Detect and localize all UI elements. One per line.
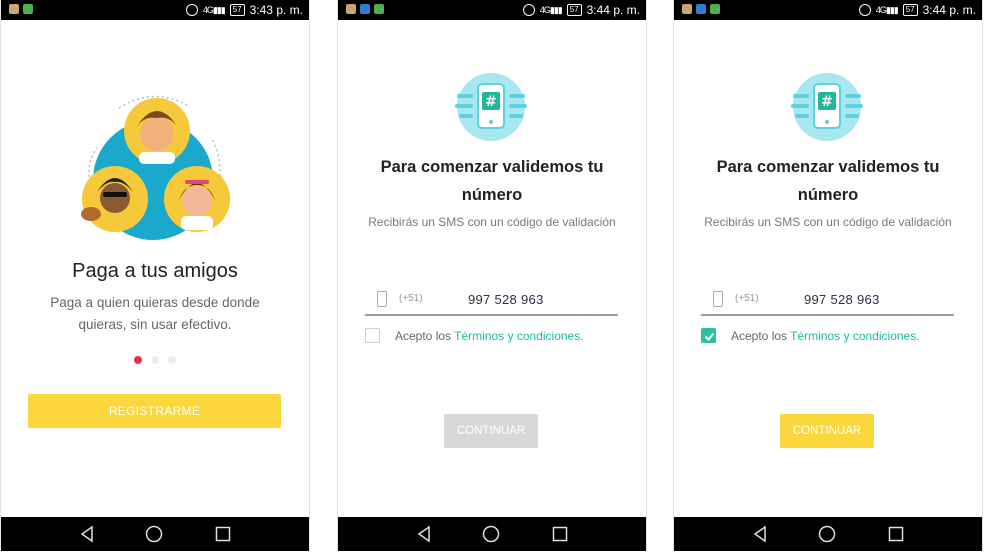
pager-dot-active[interactable] <box>134 356 142 364</box>
friends-illustration <box>81 95 230 240</box>
pager-dot[interactable] <box>168 356 176 364</box>
battery-icon: 57 <box>229 4 245 16</box>
check-icon <box>704 332 715 341</box>
terms-link[interactable]: Términos y condiciones. <box>790 329 919 343</box>
screen-onboarding: 4G▮▮▮ 57 3:43 p. m. Paga a tus amigos Pa… <box>0 0 310 551</box>
register-button[interactable]: REGISTRARME <box>28 394 281 428</box>
alarm-icon <box>185 4 198 16</box>
notification-app-icon <box>710 4 720 14</box>
status-bar: 4G▮▮▮ 57 3:43 p. m. <box>1 0 309 20</box>
notification-app-icon <box>696 4 706 14</box>
terms-row: Acepto los Términos y condiciones. <box>701 327 961 347</box>
network-type: 4G <box>202 4 214 15</box>
continue-button[interactable]: CONTINUAR <box>444 414 538 448</box>
notification-avatar-icon <box>346 4 356 14</box>
mobile-phone-icon <box>377 291 387 307</box>
notification-app-icon <box>360 4 370 14</box>
notification-avatar-icon <box>682 4 692 14</box>
battery-icon: 57 <box>566 4 582 16</box>
nav-back-icon[interactable] <box>79 525 95 543</box>
phone-number-field[interactable]: (+51) 997 528 963 <box>365 289 618 316</box>
page-subtitle: Paga a quien quieras desde donde quieras… <box>50 295 260 332</box>
alarm-icon <box>858 4 871 16</box>
page-title: Para comenzar validemos tu número <box>380 158 604 204</box>
notification-app-icon <box>374 4 384 14</box>
network-type: 4G <box>875 4 887 15</box>
network-type: 4G <box>539 4 551 15</box>
nav-back-icon[interactable] <box>752 525 768 543</box>
phone-hash-illustration: # <box>455 73 527 141</box>
phone-number-input[interactable]: 997 528 963 <box>804 292 880 307</box>
terms-checkbox[interactable] <box>701 328 716 343</box>
nav-home-icon[interactable] <box>482 525 500 543</box>
continue-button[interactable]: CONTINUAR <box>780 414 874 448</box>
hash-icon: # <box>821 94 833 110</box>
terms-label: Acepto los Términos y condiciones. <box>731 329 920 343</box>
phone-hash-illustration: # <box>791 73 863 141</box>
signal-icon: 4G▮▮▮ <box>875 4 899 15</box>
nav-bar <box>674 517 982 551</box>
terms-label: Acepto los Términos y condiciones. <box>395 329 584 343</box>
signal-icon: 4G▮▮▮ <box>539 4 563 15</box>
terms-row: Acepto los Términos y condiciones. <box>365 327 625 347</box>
alarm-icon <box>522 4 535 16</box>
notification-app-icon <box>23 4 33 14</box>
terms-prefix-text: Acepto los <box>395 329 455 343</box>
status-time: 3:44 p. m. <box>922 3 976 17</box>
nav-back-icon[interactable] <box>416 525 432 543</box>
nav-recent-icon[interactable] <box>552 526 568 542</box>
status-bar: 4G▮▮▮ 57 3:44 p. m. <box>338 0 646 20</box>
notification-avatar-icon <box>9 4 19 14</box>
nav-recent-icon[interactable] <box>888 526 904 542</box>
signal-icon: 4G▮▮▮ <box>202 4 226 15</box>
battery-icon: 57 <box>902 4 918 16</box>
nav-bar <box>338 517 646 551</box>
pager-dot[interactable] <box>151 356 159 364</box>
screen-validation-unchecked: 4G▮▮▮ 57 3:44 p. m. # Para comenzar vali… <box>337 0 647 551</box>
terms-prefix-text: Acepto los <box>731 329 791 343</box>
screen-validation-checked: 4G▮▮▮ 57 3:44 p. m. # Para comenzar vali… <box>673 0 983 551</box>
nav-home-icon[interactable] <box>818 525 836 543</box>
page-subtitle: Recibirás un SMS con un código de valida… <box>368 215 616 229</box>
status-time: 3:43 p. m. <box>249 3 303 17</box>
country-prefix: (+51) <box>735 293 759 304</box>
page-title: Paga a tus amigos <box>72 260 238 282</box>
nav-home-icon[interactable] <box>145 525 163 543</box>
country-prefix: (+51) <box>399 293 423 304</box>
terms-link[interactable]: Términos y condiciones. <box>454 329 583 343</box>
status-bar: 4G▮▮▮ 57 3:44 p. m. <box>674 0 982 20</box>
pager-indicator <box>1 356 309 364</box>
terms-checkbox[interactable] <box>365 328 380 343</box>
phone-number-field[interactable]: (+51) 997 528 963 <box>701 289 954 316</box>
page-title: Para comenzar validemos tu número <box>716 158 940 204</box>
nav-bar <box>1 517 309 551</box>
hash-icon: # <box>485 94 497 110</box>
mobile-phone-icon <box>713 291 723 307</box>
nav-recent-icon[interactable] <box>215 526 231 542</box>
page-subtitle: Recibirás un SMS con un código de valida… <box>704 215 952 229</box>
phone-number-input[interactable]: 997 528 963 <box>468 292 544 307</box>
status-time: 3:44 p. m. <box>586 3 640 17</box>
